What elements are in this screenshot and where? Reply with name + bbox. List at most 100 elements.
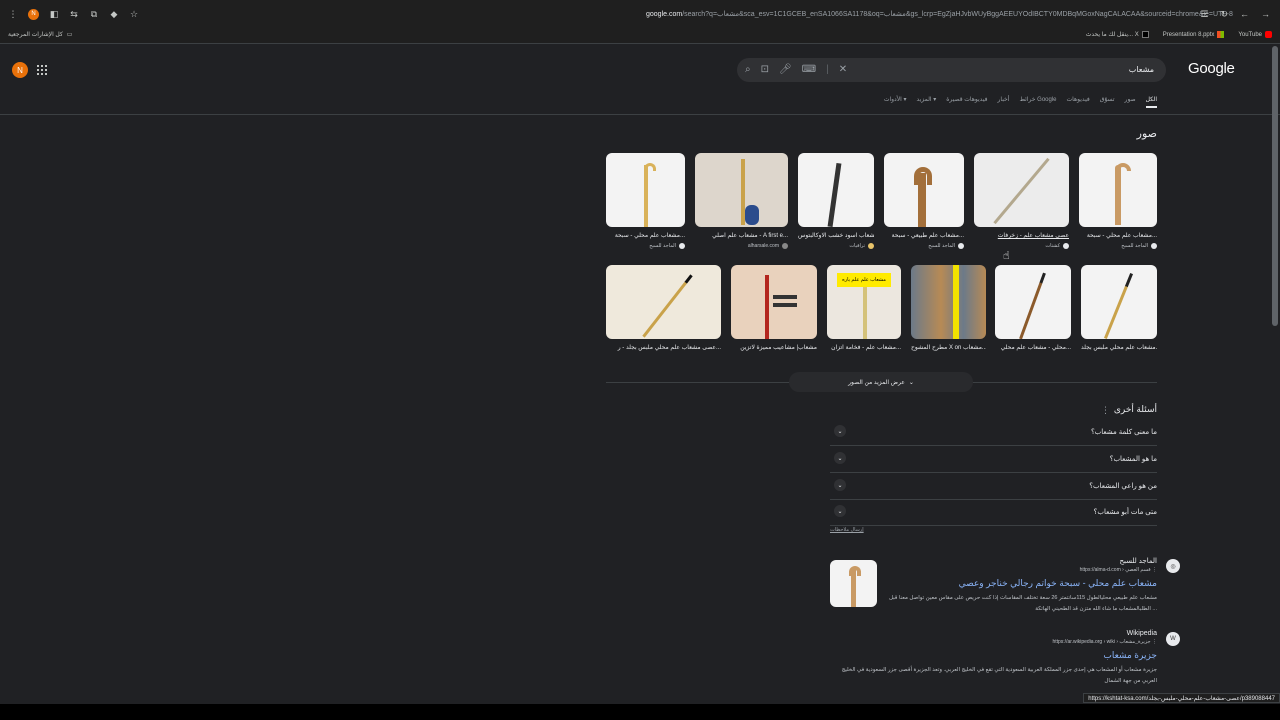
- images-heading: صور: [1136, 128, 1157, 140]
- feedback-link[interactable]: إرسال ملاحظات: [830, 527, 864, 533]
- search-icon[interactable]: ⌕: [745, 64, 751, 75]
- google-logo[interactable]: Google: [1188, 60, 1235, 77]
- site-favicon: [868, 243, 874, 249]
- browser-toolbar: ⋮ N ◧ ⇆ ⧉ ◆ ☆ google.com/search?q=مشعاب&…: [0, 0, 1280, 28]
- tabs-divider: [0, 114, 1280, 115]
- image-result[interactable]: عصى مشعاب علم - زخرفات كشتات: [974, 153, 1069, 249]
- address-bar[interactable]: google.com/search?q=مشعاب&sca_esv=1C1GCE…: [646, 10, 1233, 18]
- image-result[interactable]: مشعاب| مشاعيب مميزة لاتزين: [731, 265, 817, 351]
- image-thumbnail: [911, 265, 986, 339]
- reload-icon[interactable]: ↻: [1220, 9, 1228, 20]
- tab-news[interactable]: أخبار: [998, 96, 1010, 108]
- bookmark-youtube[interactable]: YouTube: [1238, 31, 1272, 38]
- bookmark-presentation-label: Presentation 8.pptx: [1162, 31, 1215, 38]
- image-source-label: الماجد للسبح: [928, 243, 955, 249]
- image-result[interactable]: مشعاب علم محلي ملبس بجلد...: [1081, 265, 1157, 351]
- result-url-text: https://alma-d.com › قسم العصي: [1079, 567, 1151, 573]
- image-result[interactable]: مشعاب اسود خشب الاوكالبتوس ترافيات: [798, 153, 874, 249]
- result-thumbnail[interactable]: [830, 560, 877, 607]
- search-result: W Wikipedia https://ar.wikipedia.org › w…: [830, 630, 1180, 687]
- microphone-icon[interactable]: 🎤︎: [779, 64, 792, 75]
- tab-shopping[interactable]: تسوّق: [1100, 96, 1115, 108]
- result-url[interactable]: https://ar.wikipedia.org › wiki › جزيرة_…: [830, 639, 1157, 645]
- menu-dots-icon[interactable]: ⋮: [8, 9, 18, 19]
- tune-icon[interactable]: ☰: [1200, 9, 1208, 20]
- url-path: /search?q=مشعاب&sca_esv=1C1GCEB_enSA1066…: [682, 11, 1233, 18]
- tab-tools[interactable]: الأدوات ▾: [884, 96, 907, 108]
- search-box[interactable]: ⌕ ⊡ 🎤︎ ⌨ | ✕ مشعاب: [737, 58, 1166, 82]
- lens-icon[interactable]: ⊡: [761, 64, 769, 75]
- hand-cursor-icon: ☝: [1003, 250, 1010, 262]
- image-caption: مشعاب علم محلي - سبحة...: [614, 233, 685, 239]
- microsoft-icon: [1217, 31, 1225, 38]
- back-icon[interactable]: →: [1261, 9, 1270, 20]
- paa-question-text: ما هو المشعاب؟: [1109, 456, 1157, 463]
- tab-short-videos[interactable]: فيديوهات قصيرة: [946, 96, 987, 108]
- site-favicon: [1151, 243, 1157, 249]
- image-source: alharsale.com: [695, 243, 788, 249]
- result-title-link[interactable]: مشعاب علم محلي - سبحة خواتم رجالي خناجر …: [830, 578, 1157, 589]
- result-site-name[interactable]: Wikipedia: [830, 630, 1157, 637]
- image-result[interactable]: مشعاب علم محلي - سبحة... الماجد للسبح: [1079, 153, 1157, 249]
- profile-avatar[interactable]: N: [28, 8, 39, 20]
- all-bookmarks[interactable]: كل الإشارات المرجعية ▭: [8, 31, 72, 38]
- paa-question-text: متى مات أبو مشعاب؟: [1093, 509, 1157, 516]
- search-input[interactable]: مشعاب: [1129, 65, 1154, 74]
- paa-question[interactable]: ما معنى كلمة مشعاب؟ ⌄: [830, 420, 1157, 446]
- result-title-link[interactable]: جزيرة مشعاب: [830, 650, 1157, 661]
- more-images-button[interactable]: عرض المزيد من الصور ⌄: [789, 372, 973, 392]
- scrollbar[interactable]: [1272, 46, 1278, 326]
- url-host: google.com: [646, 11, 683, 18]
- image-result[interactable]: مشعاب علم طبيعي - سبحة... الماجد للسبح: [884, 153, 964, 249]
- clear-icon[interactable]: ✕: [839, 64, 847, 75]
- paa-heading: أسئلة أخرى: [1113, 404, 1157, 414]
- diamond-icon[interactable]: ◆: [109, 9, 119, 19]
- result-site-name[interactable]: الماجد للسبح: [830, 557, 1157, 565]
- image-result[interactable]: عصى مشعاب علم محلي ملبس بجلد - ر...: [606, 265, 721, 351]
- chevron-down-icon[interactable]: ⌄: [834, 452, 846, 464]
- chevron-down-icon[interactable]: ⌄: [834, 505, 846, 517]
- image-source-label: الماجد للسبح: [649, 243, 676, 249]
- chevron-down-icon[interactable]: ⌄: [834, 479, 846, 491]
- result-url-text: https://ar.wikipedia.org › wiki › جزيرة_…: [1052, 639, 1151, 645]
- bookmark-presentation[interactable]: Presentation 8.pptx: [1163, 31, 1225, 38]
- image-result[interactable]: مشعاب علم علم ياره مشعاب علم - فخامة اتز…: [827, 265, 901, 351]
- site-favicon: [958, 243, 964, 249]
- tab-search-icon[interactable]: ⇆: [69, 9, 79, 19]
- image-result[interactable]: مشعاب علم محلي - سبحة... الماجد للسبح: [606, 153, 685, 249]
- image-source: كشتات: [974, 243, 1069, 249]
- tab-all[interactable]: الكل: [1145, 96, 1157, 108]
- tab-more[interactable]: المزيد ▾: [916, 96, 936, 108]
- google-apps-icon[interactable]: [37, 65, 47, 75]
- paa-question[interactable]: ما هو المشعاب؟ ⌄: [830, 447, 1157, 473]
- image-caption: مشعاب علم - فخامة اتزان...: [831, 345, 901, 351]
- chevron-down-icon[interactable]: ⌄: [834, 425, 846, 437]
- image-result[interactable]: مطرح المشوح X on مشعاب...: [911, 265, 986, 351]
- bookmark-x[interactable]: ينقل لك ما يحدث... X: [1086, 31, 1149, 38]
- keyboard-icon[interactable]: ⌨: [802, 64, 816, 75]
- wikipedia-icon: W: [1166, 632, 1180, 646]
- forward-icon[interactable]: ←: [1240, 9, 1249, 20]
- image-source: الماجد للسبح: [884, 243, 964, 249]
- search-tabs: الكل صور تسوّق فيديوهات خرائط Google أخب…: [884, 96, 1157, 108]
- bookmark-star-icon[interactable]: ☆: [129, 9, 139, 19]
- tab-images[interactable]: صور: [1125, 96, 1136, 108]
- site-favicon: [1063, 243, 1069, 249]
- image-result[interactable]: مشعاب علم اصلي - A first e... alharsale.…: [695, 153, 788, 249]
- more-options-icon[interactable]: ⋮: [1101, 405, 1110, 416]
- paa-question[interactable]: متى مات أبو مشعاب؟ ⌄: [830, 500, 1157, 526]
- paa-question[interactable]: من هو راعي المشعاب؟ ⌄: [830, 474, 1157, 500]
- site-favicon: [679, 243, 685, 249]
- image-thumbnail: [731, 265, 817, 339]
- sidebar-icon[interactable]: ◧: [49, 9, 59, 19]
- separator: |: [826, 64, 829, 75]
- google-account-avatar[interactable]: N: [12, 62, 28, 78]
- more-images-label: عرض المزيد من الصور: [848, 379, 905, 386]
- image-source-label: الماجد للسبح: [1121, 243, 1148, 249]
- image-result[interactable]: محلي - مشعاب علم محلي...: [995, 265, 1071, 351]
- tab-videos[interactable]: فيديوهات: [1067, 96, 1090, 108]
- image-caption: مشعاب| مشاعيب مميزة لاتزين: [740, 345, 817, 351]
- extensions-icon[interactable]: ⧉: [89, 9, 99, 19]
- result-url[interactable]: https://alma-d.com › قسم العصي ⋮: [830, 567, 1157, 573]
- tab-maps[interactable]: خرائط Google: [1019, 96, 1056, 108]
